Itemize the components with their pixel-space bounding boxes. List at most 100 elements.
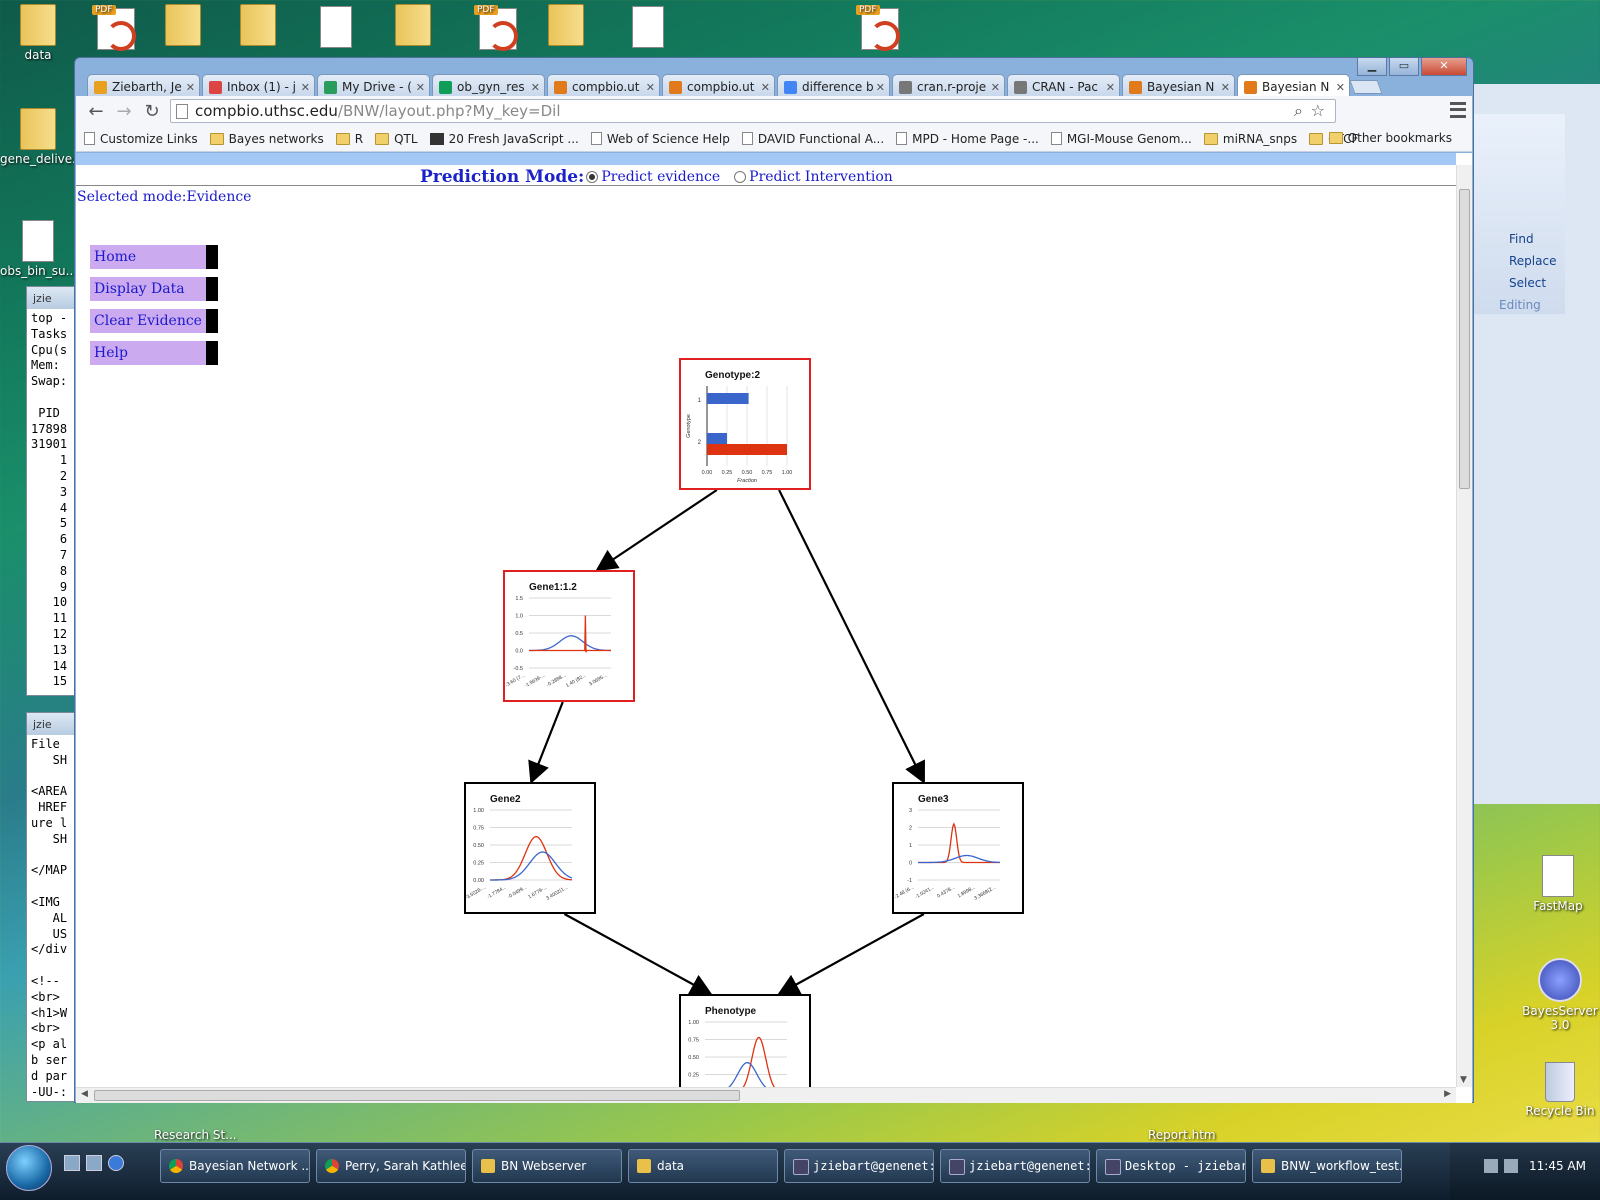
bookmark-item[interactable]: MGI-Mouse Genom... [1050,132,1192,146]
tab-close-icon[interactable]: ✕ [186,81,195,94]
browser-tab[interactable]: cran.r-proje ✕ [892,74,1005,96]
browser-tab[interactable]: compbio.ut ✕ [547,74,660,96]
other-bookmarks-button[interactable]: Other bookmarks [1328,131,1452,145]
pdf-icon[interactable] [842,5,918,52]
scroll-down-icon[interactable]: ▼ [1460,1075,1467,1085]
node-gene2[interactable]: 0.00 0.25 0.50 0.75 1.00 -3.5028-... -1.7784..… [464,782,596,914]
address-bar[interactable]: compbio.uthsc.edu/BNW/layout.php?My_key=… [170,99,1336,123]
tab-close-icon[interactable]: ✕ [1106,81,1115,94]
bookmark-item[interactable]: Customize Links [84,132,198,146]
bookmark-item[interactable]: 20 Fresh JavaScript ... [429,132,579,146]
tab-close-icon[interactable]: ✕ [1221,81,1230,94]
taskbar-button[interactable]: jziebart@genenet:/v... [940,1149,1090,1183]
star-icon[interactable]: ☆ [1311,101,1325,120]
bookmark-item[interactable]: Web of Science Help [590,132,730,146]
select-button[interactable]: Select [1509,276,1546,290]
tab-close-icon[interactable]: ✕ [416,81,425,94]
node-gene1[interactable]: -0.5 0.0 0.5 1.0 1.5 -3.60 (7... -1.9639-... -0… [503,570,635,702]
bookmark-item[interactable]: QTL [375,132,418,146]
tab-close-icon[interactable]: ✕ [646,81,655,94]
background-word-window[interactable]: Find Replace Select Editing [1472,84,1600,804]
taskbar-button[interactable]: BN Webserver [472,1149,622,1183]
horizontal-scrollbar[interactable]: ◀ ▶ [76,1087,1456,1103]
network-icon[interactable] [1484,1159,1498,1173]
browser-tab[interactable]: ob_gyn_res ✕ [432,74,545,96]
tab-close-icon[interactable]: ✕ [761,81,770,94]
tab-close-icon[interactable]: ✕ [1336,81,1345,94]
page-icon [176,104,188,119]
tab-close-icon[interactable]: ✕ [991,81,1000,94]
node-genotype[interactable]: 0.00 0.25 0.50 0.75 1.00 Fraction Genotype 1 2 G… [679,358,811,490]
chrome-menu-icon[interactable] [1450,102,1466,118]
taskbar-button[interactable]: data [628,1149,778,1183]
forward-icon[interactable]: → [110,101,138,122]
edge-genotype-to-gene3 [778,489,925,784]
bookmark-page-icon [429,132,444,145]
tab-close-icon[interactable]: ✕ [876,81,885,94]
taskbar-button[interactable]: Perry, Sarah Kathlee... [316,1149,466,1183]
clock[interactable]: 11:45 AM [1529,1159,1586,1173]
show-desktop-icon[interactable] [64,1155,80,1171]
close-button[interactable]: ✕ [1421,58,1467,76]
start-button[interactable] [6,1145,52,1191]
bookmark-page-icon [741,132,753,145]
bookmark-item[interactable]: miRNA_snps [1203,132,1297,146]
pdf-icon[interactable] [78,5,154,52]
folder-icon[interactable] [528,4,604,48]
scroll-right-icon[interactable]: ▶ [1444,1089,1451,1099]
terminal-line: 12 [31,626,68,641]
document-icon[interactable] [298,6,374,50]
folder-icon[interactable]: gene_delive... [0,108,84,166]
document-icon[interactable]: obs_bin_su... [0,220,77,278]
terminal-window-top[interactable]: jzie top - Tasks Cpu(s Mem: Swap: PID 17898 31… [26,286,76,696]
scroll-thumb[interactable] [1459,189,1470,489]
x-tick-label: 1.40 (82... [565,673,587,689]
taskbar-button[interactable]: Desktop - jziebart@... [1096,1149,1246,1183]
vertical-scrollbar[interactable]: ▼ [1456,165,1472,1087]
app-icon[interactable]: BayesServer 3.0 [1520,958,1600,1032]
tab-close-icon[interactable]: ✕ [301,81,310,94]
browser-tab[interactable]: Inbox (1) - j ✕ [202,74,315,96]
maximize-button[interactable]: ▭ [1389,58,1419,76]
bookmark-page-icon [896,132,908,145]
bookmark-item[interactable]: MPD - Home Page -... [896,132,1039,146]
browser-window[interactable]: ▁ ▭ ✕ Ziebarth, Je ✕ Inbox (1) - j ✕ My Driv… [74,57,1474,1103]
scroll-left-icon[interactable]: ◀ [81,1089,88,1099]
search-icon[interactable]: ⌕ [1294,101,1303,121]
browser-tab[interactable]: Bayesian N ✕ [1237,74,1350,96]
folder-icon[interactable]: data [0,4,76,62]
browser-tab[interactable]: compbio.ut ✕ [662,74,775,96]
taskbar-button[interactable]: jziebart@genenet:~ [784,1149,934,1183]
terminal-window-bottom[interactable]: jzie File SH <AREA HREF ure l SH </MAP <IMG … [26,712,76,1102]
folder-icon[interactable] [220,4,296,48]
browser-tab[interactable]: CRAN - Pac ✕ [1007,74,1120,96]
folder-icon[interactable] [375,4,451,48]
replace-button[interactable]: Replace [1509,254,1556,268]
y-tick-label: 1.0 [515,614,523,620]
node-gene3[interactable]: -1 0 1 2 3 -2.48 (6... -1.0241... 0.4378... 1.89… [892,782,1024,914]
browser-tab[interactable]: My Drive - (✕ [317,74,430,96]
switch-windows-icon[interactable] [86,1155,102,1171]
back-icon[interactable]: ← [82,101,110,122]
find-button[interactable]: Find [1509,232,1534,246]
volume-icon[interactable] [1504,1159,1518,1173]
document-icon[interactable] [610,6,686,50]
app-icon[interactable]: FastMap [1520,855,1596,913]
scroll-thumb[interactable] [94,1090,740,1101]
browser-tab[interactable]: Ziebarth, Je ✕ [87,74,200,96]
new-tab-button[interactable] [1349,80,1383,94]
folder-icon[interactable] [145,4,221,48]
pdf-icon[interactable] [460,5,536,52]
browser-tab[interactable]: Bayesian N ✕ [1122,74,1235,96]
recycle-bin-icon[interactable]: Recycle Bin [1520,1062,1600,1118]
internet-explorer-icon[interactable] [108,1155,124,1171]
bookmark-item[interactable]: Bayes networks [209,132,324,146]
bookmark-item[interactable]: DAVID Functional A... [741,132,884,146]
bookmark-item[interactable]: R [335,132,363,146]
taskbar-button[interactable]: BNW_workflow_test... [1252,1149,1402,1183]
tab-close-icon[interactable]: ✕ [531,81,540,94]
terminal-line: top - [31,311,68,325]
reload-icon[interactable]: ↻ [138,101,166,122]
taskbar-button[interactable]: Bayesian Network ... [160,1149,310,1183]
browser-tab[interactable]: difference b ✕ [777,74,890,96]
